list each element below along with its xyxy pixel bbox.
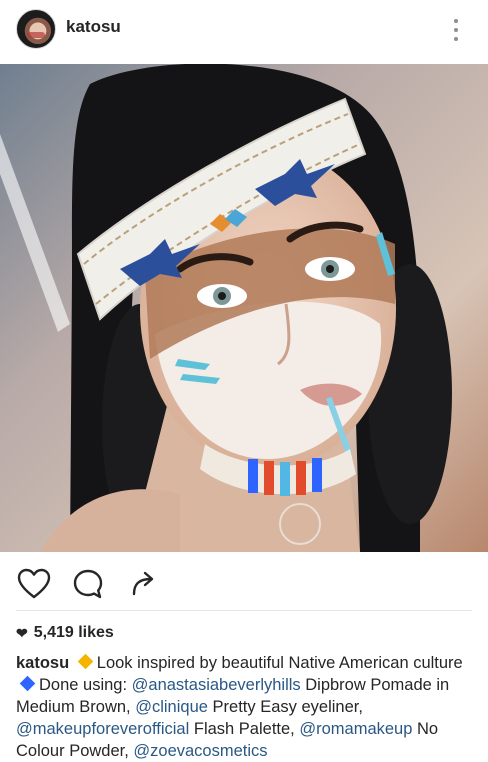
post-photo[interactable] — [0, 64, 488, 552]
like-heart-icon[interactable] — [16, 566, 52, 602]
blue-diamond-icon — [19, 675, 36, 692]
mention-zoevacosmetics[interactable]: @zoevacosmetics — [133, 742, 267, 760]
post-actions — [0, 560, 488, 608]
username-label[interactable]: katosu — [66, 17, 121, 37]
divider — [16, 610, 472, 611]
likes-row[interactable]: ❤ 5,419 likes — [16, 624, 114, 642]
yellow-diamond-icon — [77, 653, 94, 670]
share-arrow-icon[interactable] — [124, 566, 160, 602]
caption-text-1: Look inspired by beautiful Native Americ… — [96, 654, 463, 672]
likes-count: 5,419 likes — [33, 624, 114, 641]
caption-text-2: Done using: — [39, 676, 128, 694]
post-photo-svg — [0, 64, 488, 552]
caption-text-4: Pretty Easy eyeliner, — [212, 698, 363, 716]
caption: katosu Look inspired by beautiful Native… — [16, 652, 476, 762]
mention-romamakeup[interactable]: @romamakeup — [299, 720, 412, 738]
post-header: katosu — [0, 0, 488, 64]
avatar[interactable] — [16, 9, 56, 49]
likes-heart-icon: ❤ — [16, 624, 28, 641]
mention-makeupforeverofficial[interactable]: @makeupforeverofficial — [16, 720, 189, 738]
comment-bubble-icon[interactable] — [70, 566, 106, 602]
mention-anastasiabeverlyhills[interactable]: @anastasiabeverlyhills — [132, 676, 301, 694]
caption-username[interactable]: katosu — [16, 654, 69, 672]
mention-clinique[interactable]: @clinique — [135, 698, 208, 716]
caption-text-5: Flash Palette, — [193, 720, 295, 738]
more-options-icon[interactable] — [446, 14, 466, 44]
